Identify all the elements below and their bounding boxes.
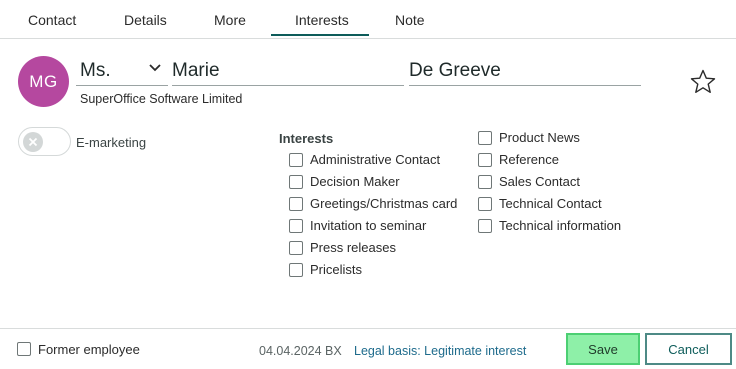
- checkbox-icon: [478, 219, 492, 233]
- save-button[interactable]: Save: [566, 333, 640, 365]
- tab-bar: Contact Details More Interests Note: [0, 0, 736, 39]
- emarketing-label: E-marketing: [76, 135, 147, 150]
- interests-heading: Interests: [279, 131, 334, 146]
- active-tab-indicator: [271, 34, 369, 36]
- checkbox-icon: [478, 153, 492, 167]
- salutation-value: Ms.: [80, 60, 111, 81]
- checkbox-icon: [289, 241, 303, 255]
- checkbox-icon: [478, 175, 492, 189]
- checkbox-icon: [289, 175, 303, 189]
- tab-note[interactable]: Note: [395, 12, 425, 28]
- checkbox-icon: [289, 219, 303, 233]
- interest-label: Invitation to seminar: [310, 218, 427, 233]
- checkbox-icon: [289, 153, 303, 167]
- legal-basis-link[interactable]: Legal basis: Legitimate interest: [354, 344, 526, 358]
- last-name-value: De Greeve: [409, 60, 501, 81]
- emarketing-toggle[interactable]: [18, 127, 71, 156]
- interest-label: Product News: [499, 130, 580, 145]
- checkbox-icon: [289, 197, 303, 211]
- cancel-button[interactable]: Cancel: [645, 333, 732, 365]
- company-link[interactable]: SuperOffice Software Limited: [80, 92, 242, 106]
- checkbox-icon: [289, 263, 303, 277]
- tab-contact[interactable]: Contact: [28, 12, 76, 28]
- checkbox-icon: [478, 197, 492, 211]
- close-icon: [28, 137, 38, 147]
- checkbox-icon: [17, 342, 31, 356]
- tab-interests[interactable]: Interests: [295, 12, 349, 28]
- interest-label: Technical information: [499, 218, 622, 233]
- checkbox-icon: [478, 131, 492, 145]
- interest-label: Reference: [499, 152, 559, 167]
- former-employee-label: Former employee: [38, 342, 140, 357]
- interest-label: Pricelists: [310, 262, 363, 277]
- interest-label: Press releases: [310, 240, 396, 255]
- interest-label: Technical Contact: [499, 196, 602, 211]
- interest-label: Decision Maker: [310, 174, 400, 189]
- avatar-initials: MG: [29, 71, 58, 91]
- interest-label: Sales Contact: [499, 174, 580, 189]
- tab-more[interactable]: More: [214, 12, 246, 28]
- interest-label: Greetings/Christmas card: [310, 196, 458, 211]
- tab-details[interactable]: Details: [124, 12, 167, 28]
- first-name-value: Marie: [172, 60, 220, 81]
- star-icon[interactable]: [689, 68, 717, 96]
- updated-date: 04.04.2024 BX: [259, 344, 342, 358]
- avatar: MG: [18, 56, 69, 107]
- first-name-field[interactable]: Marie: [172, 57, 404, 86]
- chevron-down-icon[interactable]: [147, 60, 163, 76]
- interest-label: Administrative Contact: [310, 152, 441, 167]
- last-name-field[interactable]: De Greeve: [409, 57, 641, 86]
